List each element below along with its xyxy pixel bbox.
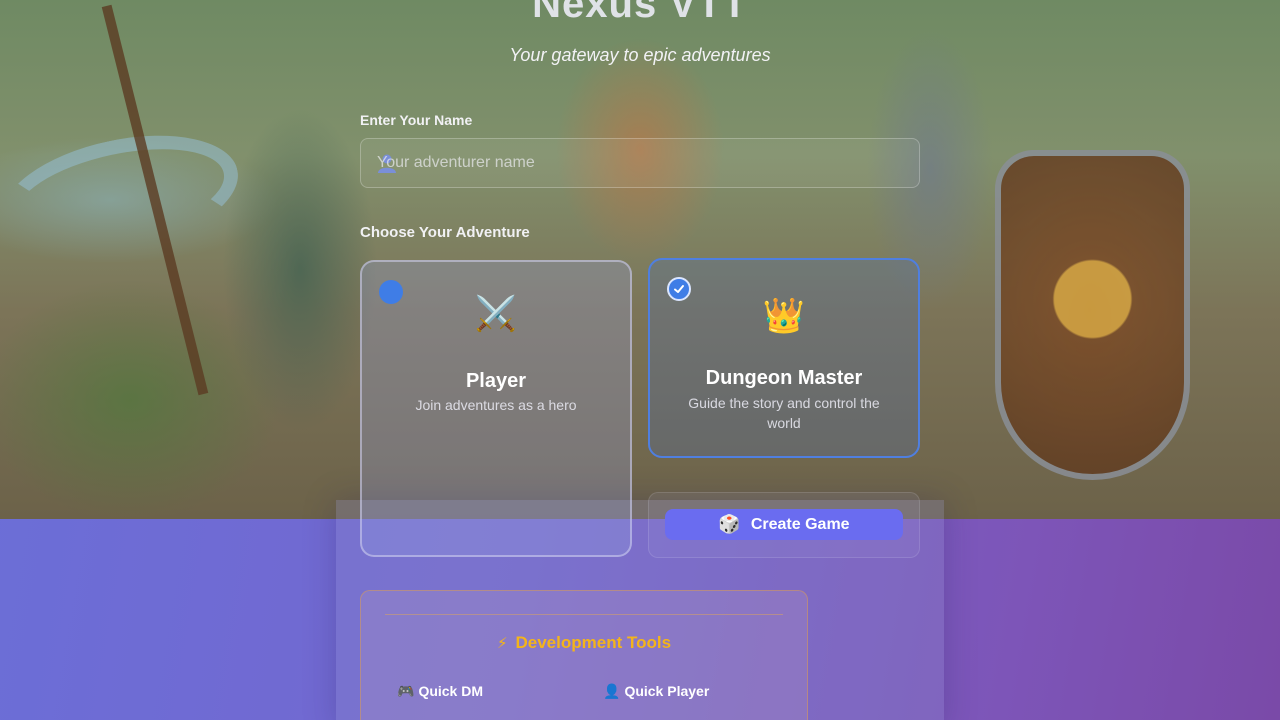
river-art <box>0 116 249 274</box>
create-game-label: Create Game <box>750 515 850 533</box>
lightning-icon: ⚡ <box>496 635 508 652</box>
quick-dm-label: Quick DM <box>418 683 484 699</box>
dm-card-description: Guide the story and control the world <box>688 395 880 431</box>
hero-illustration <box>0 0 1280 519</box>
user-icon: 👤 <box>603 682 621 699</box>
adventure-label: Choose Your Adventure <box>360 224 530 241</box>
gamepad-icon: 🎮 <box>397 682 415 699</box>
dev-tools-divider <box>385 614 783 615</box>
name-field[interactable] <box>360 138 920 188</box>
quick-player-button[interactable]: 👤 Quick Player <box>603 679 709 703</box>
dev-tools-panel: ⚡ Development Tools 🎮 Quick DM 👤 Quick Pl… <box>360 590 808 720</box>
quick-dm-button[interactable]: 🎮 Quick DM <box>397 679 483 703</box>
app-subtitle: Your gateway to epic adventures <box>509 45 771 65</box>
sun-shield-art <box>995 150 1190 480</box>
app-title: Nexus VTT <box>532 0 748 26</box>
player-card-title: Player <box>465 370 527 392</box>
dm-card-title: Dungeon Master <box>705 367 863 389</box>
player-card-description: Join adventures as a hero <box>415 397 577 413</box>
dev-tools-title-text: Development Tools <box>515 633 672 652</box>
dm-role-card[interactable]: 👑 Dungeon Master Guide the story and con… <box>648 258 920 458</box>
name-input[interactable] <box>375 139 905 187</box>
check-icon <box>674 285 684 293</box>
quick-player-label: Quick Player <box>624 683 710 699</box>
crossed-swords-icon: ⚔️ <box>474 295 518 333</box>
dice-icon: 🎲 <box>718 514 741 534</box>
name-label: Enter Your Name <box>360 112 473 128</box>
crown-icon: 👑 <box>762 297 806 335</box>
dev-tools-title: ⚡ Development Tools <box>361 633 807 653</box>
create-game-button[interactable]: 🎲 Create Game <box>665 509 903 540</box>
player-role-card[interactable]: ⚔️ Player Join adventures as a hero <box>360 260 632 557</box>
